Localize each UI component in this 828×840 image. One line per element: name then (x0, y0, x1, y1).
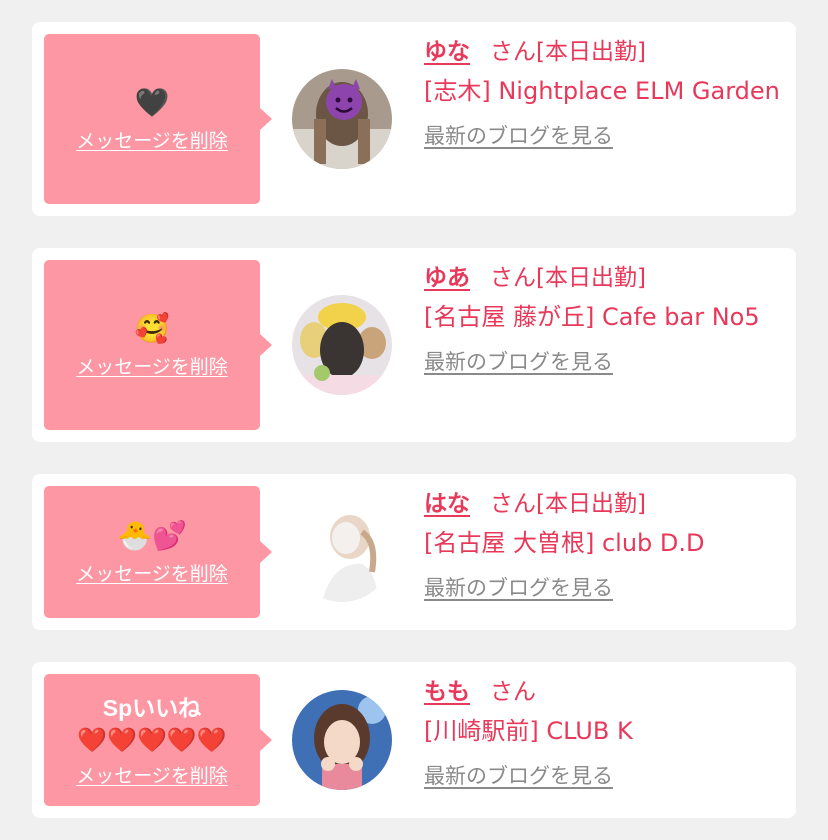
shop-name: [名古屋 大曽根] club D.D (424, 529, 705, 557)
cast-name-link[interactable]: ゆな (424, 39, 470, 65)
cast-info: もも さん [川崎駅前] CLUB K 最新のブログを見る (424, 674, 786, 790)
name-suffix: さん (490, 39, 536, 65)
delete-message-link[interactable]: メッセージを削除 (76, 761, 228, 788)
work-status: [本日出勤] (536, 491, 646, 517)
message-emoji-text: 🐣💕 (117, 518, 187, 552)
work-status: [本日出勤] (536, 39, 646, 65)
message-bubble: 🖤 メッセージを削除 (44, 34, 272, 204)
delete-message-link[interactable]: メッセージを削除 (76, 559, 228, 586)
avatar[interactable] (292, 690, 392, 790)
latest-blog-link[interactable]: 最新のブログを見る (424, 120, 613, 150)
message-emoji-text: ❤️❤️❤️❤️❤️ (77, 725, 227, 754)
work-status: [本日出勤] (536, 265, 646, 291)
latest-blog-link[interactable]: 最新のブログを見る (424, 572, 613, 602)
name-suffix: さん (490, 491, 536, 517)
avatar[interactable] (292, 69, 392, 169)
name-line: ゆあ さん[本日出勤] (424, 260, 786, 296)
latest-blog-link[interactable]: 最新のブログを見る (424, 346, 613, 376)
message-bubble: 🥰 メッセージを削除 (44, 260, 272, 430)
shop-name: [川崎駅前] CLUB K (424, 717, 633, 745)
cast-info: ゆな さん[本日出勤] [志木] Nightplace ELM Garden 最新… (424, 34, 786, 150)
shop-name: [志木] Nightplace ELM Garden (424, 77, 780, 105)
cast-name-link[interactable]: はな (424, 491, 470, 517)
message-emoji-text: 🖤 (134, 85, 170, 119)
name-line: もも さん (424, 674, 786, 710)
latest-blog-link[interactable]: 最新のブログを見る (424, 760, 613, 790)
message-bubble: 🐣💕 メッセージを削除 (44, 486, 272, 618)
favorite-card: 🐣💕 メッセージを削除 はな さん[本日出勤] [名古屋 大曽根] club D.… (32, 474, 796, 630)
name-suffix: さん (490, 265, 536, 291)
name-line: はな さん[本日出勤] (424, 486, 786, 522)
favorite-card: 🖤 メッセージを削除 ゆな さん[本日出勤] [志木] Nightplace EL… (32, 22, 796, 216)
cast-name-link[interactable]: ゆあ (424, 265, 470, 291)
favorite-card: Spいいね ❤️❤️❤️❤️❤️ メッセージを削除 もも さん [川崎駅前] CL… (32, 662, 796, 818)
shop-name: [名古屋 藤が丘] Cafe bar No5 (424, 303, 760, 331)
message-bubble: Spいいね ❤️❤️❤️❤️❤️ メッセージを削除 (44, 674, 272, 806)
cast-info: はな さん[本日出勤] [名古屋 大曽根] club D.D 最新のブログを見る (424, 486, 786, 602)
message-emoji-text: 🥰 (134, 311, 170, 345)
cast-name-link[interactable]: もも (424, 679, 470, 705)
cast-info: ゆあ さん[本日出勤] [名古屋 藤が丘] Cafe bar No5 最新のブログ… (424, 260, 786, 376)
delete-message-link[interactable]: メッセージを削除 (76, 352, 228, 379)
name-suffix: さん (490, 679, 536, 705)
avatar[interactable] (292, 295, 392, 395)
name-line: ゆな さん[本日出勤] (424, 34, 786, 70)
favorite-card: 🥰 メッセージを削除 ゆあ さん[本日出勤] [名古屋 藤が丘] Cafe bar… (32, 248, 796, 442)
delete-message-link[interactable]: メッセージを削除 (76, 126, 228, 153)
message-title: Spいいね (102, 694, 202, 721)
avatar[interactable] (292, 502, 392, 602)
